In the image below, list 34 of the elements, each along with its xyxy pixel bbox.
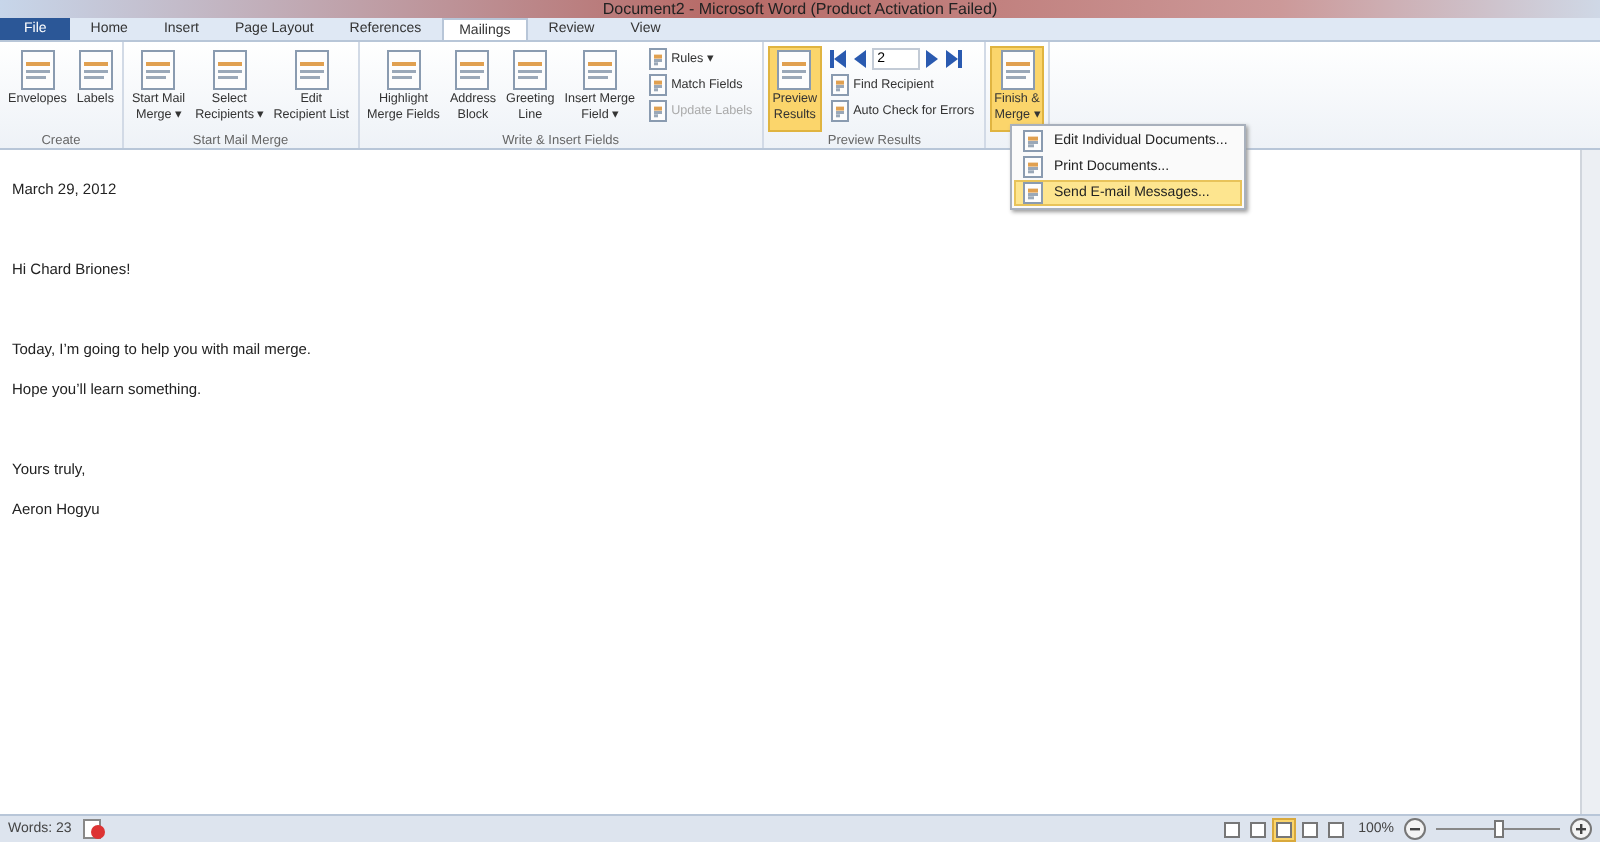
document-icon: [77, 50, 114, 90]
document-icon: [19, 50, 56, 90]
document-icon: [1022, 156, 1044, 178]
document-icon: [581, 50, 618, 90]
document-icon: [293, 50, 330, 90]
document-icon: [647, 99, 668, 121]
last-record-icon: [945, 49, 962, 67]
view-button[interactable]: [1272, 817, 1297, 841]
window-title: Document2 - Microsoft Word (Product Activation Failed): [602, 0, 998, 18]
document-icon: [999, 50, 1036, 90]
scroll-bar[interactable]: [1580, 150, 1600, 814]
document-icon: [1022, 130, 1044, 152]
slider-thumb[interactable]: [1494, 820, 1504, 838]
document-icon: [647, 47, 668, 69]
document-icon: [512, 50, 549, 90]
document-icon: [647, 73, 668, 95]
next-record-icon: [925, 49, 940, 67]
proofing-icon: [81, 818, 106, 840]
document-icon: [1022, 182, 1044, 204]
view-button[interactable]: [1324, 817, 1349, 841]
zoom-out-icon: [1404, 818, 1426, 840]
document-icon: [776, 50, 813, 90]
document-icon: [385, 50, 422, 90]
view-button[interactable]: [1298, 817, 1323, 841]
document-icon: [829, 73, 850, 95]
view-button[interactable]: [1246, 817, 1271, 841]
document-icon: [211, 50, 248, 90]
first-record-icon: [829, 49, 846, 67]
document-icon: [140, 50, 177, 90]
previous-record-icon: [851, 49, 866, 67]
document-icon: [454, 50, 491, 90]
document-icon: [829, 99, 850, 121]
view-button[interactable]: [1220, 817, 1245, 841]
zoom-in-icon: [1570, 818, 1592, 840]
